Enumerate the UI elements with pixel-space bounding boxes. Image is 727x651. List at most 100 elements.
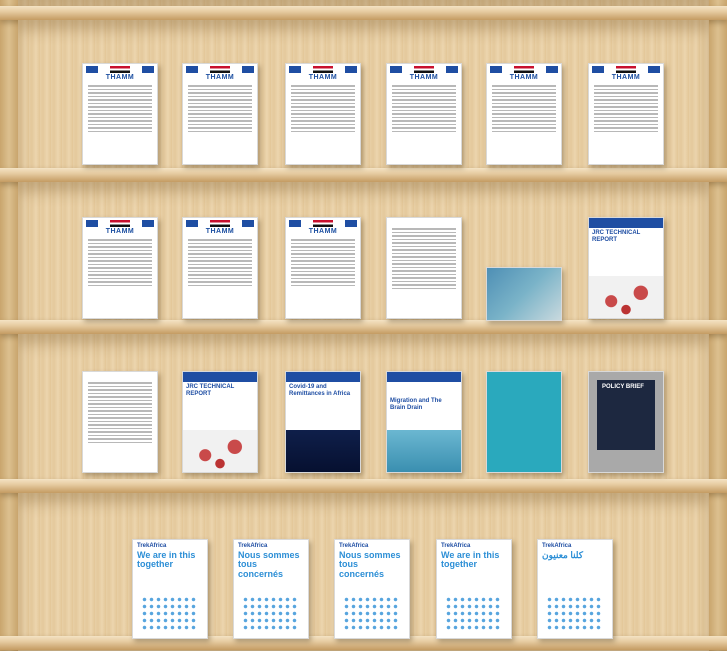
eu-flag-icon	[546, 65, 558, 73]
text-lines	[183, 81, 257, 136]
dot-pattern	[141, 596, 197, 632]
national-flag-icon	[110, 219, 130, 227]
book-cover[interactable]: Covid-19 and Remittances in Africa	[285, 371, 361, 473]
text-lines	[83, 235, 157, 290]
book-title: THAMM	[611, 74, 641, 81]
dot-pattern	[445, 596, 501, 632]
book-cover[interactable]: TrekAfrica Nous sommes tous concernés	[334, 539, 410, 639]
national-flag-icon	[110, 65, 130, 73]
national-flag-icon	[414, 65, 434, 73]
text-lines	[589, 81, 663, 136]
book-title: THAMM	[509, 74, 539, 81]
book-cover[interactable]: POLICY BRIEF	[588, 371, 664, 473]
eu-flag-icon	[446, 65, 458, 73]
book-cover[interactable]: TrekAfrica We are in this together	[436, 539, 512, 639]
book-cover[interactable]: TrekAfrica We are in this together	[132, 539, 208, 639]
eu-flag-icon	[289, 65, 301, 73]
eu-flag-icon	[289, 219, 301, 227]
brand-logo: TrekAfrica	[137, 543, 167, 549]
eu-flag-icon	[242, 219, 254, 227]
document-header	[286, 64, 360, 74]
book-cover[interactable]: TrekAfrica كلنا معنيون	[537, 539, 613, 639]
text-lines	[286, 235, 360, 290]
text-lines	[83, 372, 157, 447]
book-title: THAMM	[308, 74, 338, 81]
brand-logo: TrekAfrica	[339, 543, 369, 549]
document-header	[589, 64, 663, 74]
report-band	[589, 218, 663, 228]
book-title: Nous sommes tous concernés	[339, 550, 401, 579]
document-header	[183, 218, 257, 228]
shelf-plank-2	[0, 320, 727, 334]
cover-illustration	[387, 430, 461, 472]
eu-flag-icon	[142, 219, 154, 227]
shelf-plank-top	[0, 6, 727, 20]
book-cover[interactable]	[82, 371, 158, 473]
book-title: THAMM	[205, 74, 235, 81]
book-title: THAMM	[105, 228, 135, 235]
book-title: THAMM	[105, 74, 135, 81]
virus-illustration	[183, 430, 257, 472]
document-header	[183, 64, 257, 74]
national-flag-icon	[616, 65, 636, 73]
book-cover[interactable]	[486, 267, 562, 321]
eu-flag-icon	[186, 65, 198, 73]
book-title: JRC TECHNICAL REPORT	[186, 384, 235, 397]
brand-logo: TrekAfrica	[542, 543, 572, 549]
text-lines	[286, 81, 360, 136]
book-cover[interactable]: THAMM	[588, 63, 664, 165]
book-title: Covid-19 and Remittances in Africa	[289, 384, 351, 397]
report-band	[183, 372, 257, 382]
book-cover[interactable]: THAMM	[82, 217, 158, 319]
text-lines	[487, 81, 561, 136]
document-header	[83, 64, 157, 74]
book-cover[interactable]: THAMM	[486, 63, 562, 165]
virus-illustration	[589, 276, 663, 318]
book-cover[interactable]: THAMM	[386, 63, 462, 165]
document-header	[387, 64, 461, 74]
book-cover[interactable]: JRC TECHNICAL REPORT	[182, 371, 258, 473]
book-cover[interactable]: THAMM	[82, 63, 158, 165]
national-flag-icon	[514, 65, 534, 73]
book-title: We are in this together	[441, 550, 500, 570]
eu-flag-icon	[390, 65, 402, 73]
book-title: كلنا معنيون	[542, 550, 584, 560]
national-flag-icon	[210, 65, 230, 73]
book-cover[interactable]	[386, 217, 462, 319]
dot-pattern	[546, 596, 602, 632]
book-cover[interactable]	[486, 371, 562, 473]
book-cover[interactable]: THAMM	[285, 63, 361, 165]
document-header	[286, 218, 360, 228]
text-lines	[387, 81, 461, 136]
book-title: Migration and The Brain Drain	[390, 398, 442, 411]
book-cover[interactable]: THAMM	[182, 217, 258, 319]
book-title: THAMM	[205, 228, 235, 235]
book-cover[interactable]: JRC TECHNICAL REPORT	[588, 217, 664, 319]
book-cover[interactable]: THAMM	[285, 217, 361, 319]
national-flag-icon	[313, 219, 333, 227]
dot-pattern	[343, 596, 399, 632]
dot-pattern	[242, 596, 298, 632]
book-cover[interactable]: TrekAfrica Nous sommes tous concernés	[233, 539, 309, 639]
eu-flag-icon	[86, 65, 98, 73]
book-title: We are in this together	[137, 550, 196, 570]
eu-flag-icon	[648, 65, 660, 73]
book-title: Nous sommes tous concernés	[238, 550, 300, 579]
shelf-plank-1	[0, 168, 727, 182]
brand-logo: TrekAfrica	[441, 543, 471, 549]
brand-logo: TrekAfrica	[238, 543, 268, 549]
document-header	[487, 64, 561, 74]
national-flag-icon	[210, 219, 230, 227]
eu-flag-icon	[86, 219, 98, 227]
eu-flag-icon	[242, 65, 254, 73]
eu-flag-icon	[345, 219, 357, 227]
book-cover[interactable]: Migration and The Brain Drain	[386, 371, 462, 473]
text-lines	[83, 81, 157, 136]
text-lines	[387, 218, 461, 293]
national-flag-icon	[313, 65, 333, 73]
eu-flag-icon	[345, 65, 357, 73]
book-cover[interactable]: THAMM	[182, 63, 258, 165]
report-band	[387, 372, 461, 382]
book-title: THAMM	[409, 74, 439, 81]
book-title: JRC TECHNICAL REPORT	[592, 230, 641, 243]
